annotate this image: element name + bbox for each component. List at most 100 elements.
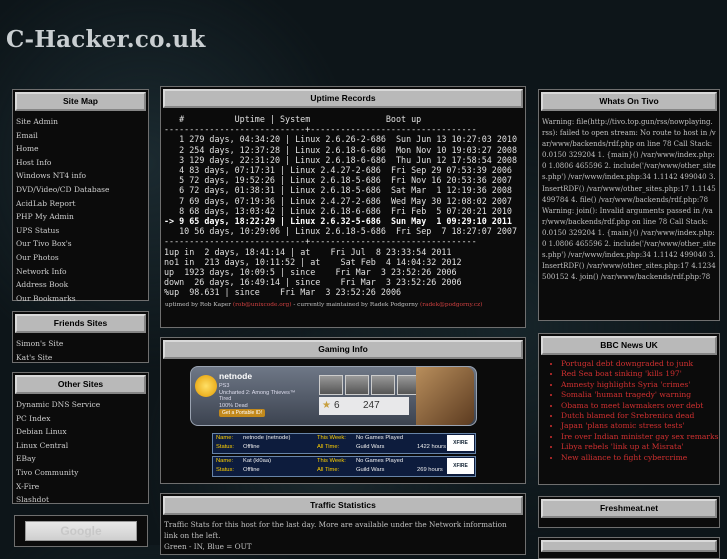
uptime-row: 4 83 days, 07:17:31 | Linux 2.4.27-2-686… (179, 165, 512, 176)
sitemap-link[interactable]: Host Info (16, 156, 145, 170)
uptime-row: -> 9 65 days, 18:22:29 | Linux 2.6.32-5-… (164, 216, 512, 227)
other-sites-link[interactable]: EBay (16, 452, 145, 466)
xfire-week-label: This Week: (317, 435, 346, 441)
row-system: Linux 2.4.27-2-686 (290, 165, 381, 176)
row-system: Linux 2.6.18-5-686 (290, 175, 381, 186)
news-item[interactable]: Somalia 'human tragedy' warning (561, 390, 719, 400)
stat-label: 1up in (164, 246, 195, 257)
other-sites-link[interactable]: Debian Linux (16, 425, 145, 439)
row-uptime: 68 days, 13:03:42 (189, 205, 275, 216)
row-uptime: 65 days, 18:22:29 (189, 216, 275, 227)
tivo-panel: Whats On Tivo Warning: file(http://tivo.… (538, 89, 720, 321)
row-system: Linux 2.6.18-6-686 (290, 205, 381, 216)
other-sites-header: Other Sites (15, 375, 146, 394)
psn-cta[interactable]: Get a Portable ID! (219, 409, 266, 417)
uptime-stat: 1up in 2 days, 18:41:14 | at Fri Jul 8 2… (164, 246, 452, 257)
sitemap-link[interactable]: PHP My Admin (16, 210, 145, 224)
row-boot: Wed May 30 12:08:02 2007 (390, 195, 512, 206)
row-system: Linux 2.4.27-2-686 (290, 195, 381, 206)
row-uptime: 56 days, 10:29:06 (194, 226, 280, 237)
uptime-stat: no1 in 213 days, 10:11:52 | at Sat Feb 4… (164, 256, 462, 267)
uptime-panel: Uptime Records # Uptime | System Boot up… (160, 86, 526, 328)
sitemap-link[interactable]: Our Tivo Box's (16, 237, 145, 251)
news-item[interactable]: Portugal debt downgraded to junk (561, 359, 719, 369)
sitemap-link[interactable]: DVD/Video/CD Database (16, 183, 145, 197)
stat-value: 213 days, 10:11:52 (204, 256, 296, 267)
uptime-row: 6 72 days, 01:38:31 | Linux 2.6.18-5-686… (179, 185, 512, 196)
sitemap-link[interactable]: AcidLab Report (16, 197, 145, 211)
psn-name: netnode (219, 371, 253, 381)
xfire-name-label: Name: (216, 458, 234, 464)
row-system: Linux 2.6.18-6-686 (295, 154, 386, 165)
other-sites-link[interactable]: Slashdot (16, 493, 145, 507)
sitemap-link[interactable]: Our Bookmarks (16, 292, 145, 306)
xfire-all-game: Guild Wars (356, 467, 385, 473)
news-item[interactable]: Red Sea boat sinking 'kills 197' (561, 369, 719, 379)
friends-header: Friends Sites (15, 314, 146, 333)
other-sites-link[interactable]: X-Fire (16, 480, 145, 494)
row-system: Linux 2.6.26-2-686 (295, 134, 386, 145)
news-item[interactable]: Japan 'plans atomic stress tests' (561, 421, 719, 431)
psn-score: ★ 6 247 (319, 397, 409, 415)
sitemap-link[interactable]: Site Admin (16, 115, 145, 129)
other-sites-link[interactable]: PC Index (16, 412, 145, 426)
sitemap-link[interactable]: Home (16, 142, 145, 156)
uptime-columns: # Uptime | System Boot up (164, 114, 522, 124)
news-item[interactable]: Dutch blamed for Srebrenica dead (561, 411, 719, 421)
row-uptime: 72 days, 19:52:26 (189, 175, 275, 186)
sitemap-link[interactable]: Email (16, 129, 145, 143)
row-boot: Sun May 1 09:29:10 2011 (390, 216, 512, 227)
row-boot: Fri Feb 5 07:20:21 2010 (390, 205, 512, 216)
site-title[interactable]: C-Hacker.co.uk (6, 26, 205, 53)
news-item[interactable]: New alliance to fight cybercrime (561, 453, 719, 463)
other-sites-link[interactable]: Dynamic DNS Service (16, 398, 145, 412)
bbc-header: BBC News UK (541, 336, 717, 355)
credit-email-rob[interactable]: (rob@unixcode.org) (233, 302, 292, 308)
next-panel (538, 537, 720, 559)
stat-label: %up (164, 287, 180, 298)
row-boot: Sun Jun 13 10:27:03 2010 (396, 134, 518, 145)
psn-trophies: 6 (334, 400, 340, 411)
xfire-logo-icon: XFIRE (447, 458, 474, 474)
sitemap-link[interactable]: Network Info (16, 265, 145, 279)
sitemap-header: Site Map (15, 92, 146, 111)
xfire-logo-icon: XFIRE (447, 435, 474, 451)
separator: ----------------------------+-----------… (164, 236, 477, 247)
news-item[interactable]: Obama to meet lawmakers over debt (561, 401, 719, 411)
other-sites-link[interactable]: Tivo Community (16, 466, 145, 480)
row-uptime: 129 days, 22:31:20 (189, 154, 280, 165)
uptime-header: Uptime Records (163, 89, 523, 108)
sitemap-link[interactable]: Windows NT4 info (16, 169, 145, 183)
news-item[interactable]: Libya rebels 'link up at Misrata' (561, 442, 719, 452)
xfire-status-label: Status: (216, 467, 235, 473)
google-logo[interactable]: Google (25, 521, 137, 541)
news-item[interactable]: Amnesty highlights Syria 'crimes' (561, 380, 719, 390)
sitemap-link[interactable]: UPS Status (16, 224, 145, 238)
row-system: Linux 2.6.32-5-686 (290, 216, 381, 227)
traffic-panel: Traffic Statistics Traffic Stats for thi… (160, 493, 526, 555)
news-item[interactable]: Ire over Indian minister gay sex remarks (561, 432, 719, 442)
trophy-icon: ★ (322, 400, 331, 411)
stat-date: Fri Mar 3 23:52:26 2006 (280, 287, 402, 298)
row-boot: Fri Nov 16 20:53:36 2007 (390, 175, 512, 186)
stat-sep: since (295, 277, 321, 288)
other-sites-link[interactable]: Linux Central (16, 439, 145, 453)
row-system: Linux 2.6.18-6-686 (295, 144, 386, 155)
row-boot: Fri Sep 29 07:53:39 2006 (390, 165, 512, 176)
credit-prefix: uptimed by Rob Kaper (165, 301, 232, 308)
uptime-row: 8 68 days, 13:03:42 | Linux 2.6.18-6-686… (179, 205, 512, 216)
credit-email-radek[interactable]: (radek@podgorny.cz) (420, 302, 482, 308)
xfire-all-label: All Time: (317, 467, 340, 473)
xfire-card[interactable]: Name: Kat (kl0aa) Status: Offline This Week:… (212, 456, 476, 477)
psn-portable-id-card[interactable]: netnode PS3 Uncharted 2: Among Thieves™ … (190, 366, 477, 426)
row-system: Linux 2.6.18-5-686 (290, 185, 381, 196)
sitemap-link[interactable]: Address Book (16, 278, 145, 292)
sitemap-link[interactable]: Our Photos (16, 251, 145, 265)
other-sites-list: Dynamic DNS Service PC Index Debian Linux L… (13, 396, 148, 509)
game-tile (319, 375, 343, 395)
friends-link[interactable]: Simon's Site (16, 337, 145, 351)
credit-mid: - currently maintained by Radek Podgorny (293, 301, 419, 308)
stat-value: 2 days, 18:41:14 (204, 246, 286, 257)
friends-link[interactable]: Kat's Site (16, 351, 145, 365)
xfire-card[interactable]: Name: netnode (netnode) Status: Offline This… (212, 433, 476, 454)
